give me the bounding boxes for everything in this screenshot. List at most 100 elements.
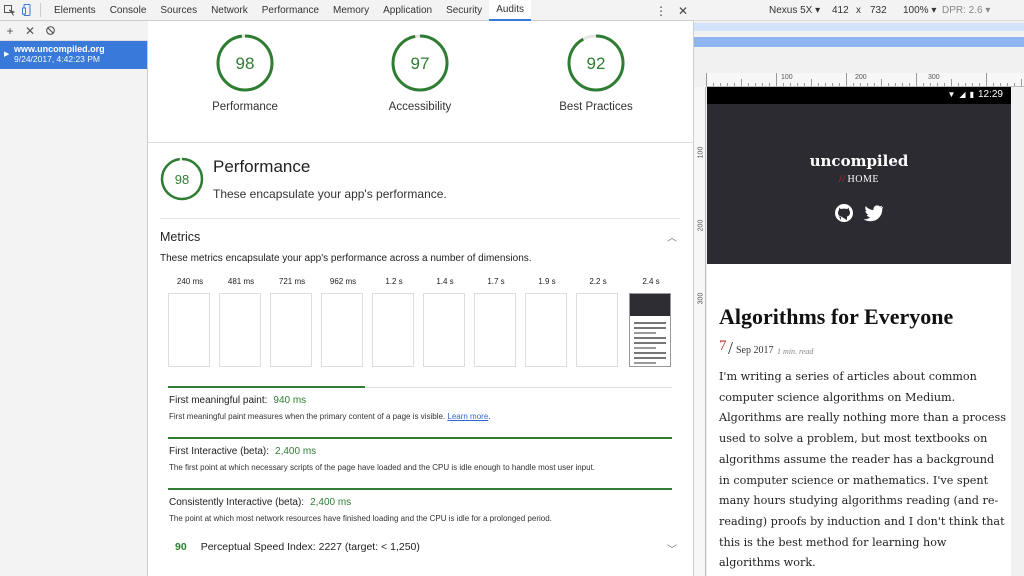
metric-description: The first point at which necessary scrip…: [169, 463, 596, 472]
frame-thumbnail: [321, 293, 363, 367]
filmstrip-frame: 2.2 s: [576, 277, 620, 367]
section-score: 98: [175, 172, 189, 187]
frame-time: 240 ms: [176, 277, 204, 286]
chevron-down-icon[interactable]: ﹀: [667, 541, 677, 556]
article: Algorithms for Everyone 7 / Sep 2017 1 m…: [707, 304, 1011, 574]
metric-description: First meaningful paint measures when the…: [169, 412, 446, 421]
media-query-bar[interactable]: [694, 37, 1024, 47]
frame-thumbnail: [168, 293, 210, 367]
gauge-ring: 98: [216, 34, 274, 92]
metric-timeline-bar: [168, 488, 672, 490]
frame-thumbnail: [525, 293, 567, 367]
ruler-label: 200: [855, 74, 867, 81]
close-icon[interactable]: ✕: [672, 0, 694, 21]
frame-time: 1.2 s: [385, 277, 403, 286]
twitter-icon[interactable]: [862, 203, 884, 223]
metric-description: The point at which most network resource…: [169, 514, 552, 523]
devtools-window: Elements Console Sources Network Perform…: [0, 0, 1024, 576]
filmstrip-frame: 1.2 s: [372, 277, 416, 367]
clear-icon[interactable]: ✕: [20, 24, 40, 38]
tab-security[interactable]: Security: [439, 0, 489, 21]
expand-arrow-icon[interactable]: ▶: [4, 50, 9, 58]
status-time: 12:29: [977, 89, 1003, 100]
gauge-performance[interactable]: 98 Performance: [185, 33, 305, 113]
frame-thumbnail: [474, 293, 516, 367]
audit-run-item[interactable]: ▶ www.uncompiled.org 9/24/2017, 4:42:23 …: [0, 41, 147, 69]
gauge-best-practices[interactable]: 92 Best Practices: [536, 33, 656, 113]
dpr-select[interactable]: DPR: 2.6 ▾: [942, 5, 990, 16]
block-icon[interactable]: [40, 24, 60, 38]
perceptual-speed-index-row[interactable]: 90 Perceptual Speed Index: 2227 (target: …: [175, 541, 675, 553]
read-time: 1 min. read: [777, 347, 814, 356]
filmstrip-frame: 240 ms: [168, 277, 212, 367]
gauge-label: Performance: [212, 101, 278, 113]
divider: [160, 218, 680, 219]
gauge-score: 97: [411, 54, 430, 73]
tab-sources[interactable]: Sources: [153, 0, 204, 21]
chevron-up-icon[interactable]: ︿: [667, 229, 677, 244]
frame-time: 721 ms: [278, 277, 306, 286]
gauge-score: 92: [587, 54, 606, 73]
body-line: algorithms work.: [719, 556, 816, 570]
frame-thumbnail: [576, 293, 618, 367]
frame-thumbnail-loaded: [629, 293, 671, 367]
github-icon[interactable]: [834, 203, 854, 223]
tab-elements[interactable]: Elements: [47, 0, 103, 21]
device-emulation-pane: Nexus 5X ▾ 412 x 732 100% ▾ DPR: 2.6 ▾ 1…: [694, 0, 1024, 576]
metric-timeline-bar: [168, 437, 672, 439]
zoom-select[interactable]: 100% ▾: [903, 5, 936, 16]
device-width-input[interactable]: 412: [832, 5, 849, 16]
home-link[interactable]: //HOME: [707, 174, 1011, 185]
metrics-title[interactable]: Metrics: [160, 230, 200, 244]
score-gauges: 98 Performance 97 Accessibility 92 Best …: [148, 21, 693, 143]
body-line: algorithms assume the reader has a backg…: [719, 452, 995, 466]
metric-value: 2,400 ms: [275, 446, 317, 457]
learn-more-link[interactable]: Learn more: [447, 412, 488, 421]
article-body: I'm writing a series of articles about c…: [719, 367, 1006, 574]
audit-run-toolbar: + ✕: [0, 21, 148, 41]
home-label: HOME: [847, 174, 879, 185]
psi-label: Perceptual Speed Index: 2227 (target: < …: [200, 541, 420, 553]
tab-memory[interactable]: Memory: [326, 0, 376, 21]
site-brand[interactable]: uncompiled: [707, 152, 1011, 170]
body-line: I'm writing a series of articles about c…: [719, 370, 977, 383]
metric-timeline-bar: [168, 386, 365, 388]
more-vert-icon[interactable]: ⋮: [650, 0, 672, 21]
run-site: www.uncompiled.org: [14, 44, 105, 54]
horizontal-ruler: 100 200 300: [706, 73, 1024, 87]
body-line: computer science algorithms on Medium.: [719, 390, 956, 404]
tab-console[interactable]: Console: [103, 0, 154, 21]
ruler-label: 100: [781, 74, 793, 81]
media-query-bar-light[interactable]: [694, 23, 1024, 31]
dpr-value: DPR: 2.6: [942, 5, 983, 16]
frame-thumbnail: [270, 293, 312, 367]
article-day: 7: [719, 338, 727, 354]
tab-performance[interactable]: Performance: [255, 0, 326, 21]
metric-first-meaningful-paint: First meaningful paint: 940 ms First mean…: [169, 395, 491, 421]
device-height-input[interactable]: 732: [870, 5, 887, 16]
wifi-icon: ▼: [947, 90, 956, 99]
device-name: Nexus 5X: [769, 5, 813, 16]
frame-time: 1.7 s: [487, 277, 505, 286]
filmstrip-frame: 962 ms: [321, 277, 365, 367]
frame-thumbnail: [219, 293, 261, 367]
device-select[interactable]: Nexus 5X ▾: [769, 5, 820, 16]
device-toggle-icon[interactable]: [18, 0, 36, 21]
add-icon[interactable]: +: [0, 24, 20, 38]
body-line: this is the best method for learning how: [719, 535, 947, 549]
tab-network[interactable]: Network: [204, 0, 255, 21]
frame-thumbnail: [423, 293, 465, 367]
social-links: [707, 203, 1011, 228]
tab-application[interactable]: Application: [376, 0, 439, 21]
gauge-ring: 92: [567, 34, 625, 92]
device-toolbar: Nexus 5X ▾ 412 x 732 100% ▾ DPR: 2.6 ▾: [694, 0, 1024, 21]
filmstrip-frame: 2.4 s: [629, 277, 673, 367]
section-title: Performance: [213, 157, 311, 176]
inspect-icon[interactable]: [0, 0, 18, 21]
gauge-accessibility[interactable]: 97 Accessibility: [360, 33, 480, 113]
vertical-ruler: 100 200 300: [694, 87, 706, 576]
tab-audits[interactable]: Audits: [489, 0, 531, 21]
article-title[interactable]: Algorithms for Everyone: [719, 304, 999, 330]
frame-time: 481 ms: [227, 277, 255, 286]
devtools-panel: Elements Console Sources Network Perform…: [0, 0, 694, 576]
